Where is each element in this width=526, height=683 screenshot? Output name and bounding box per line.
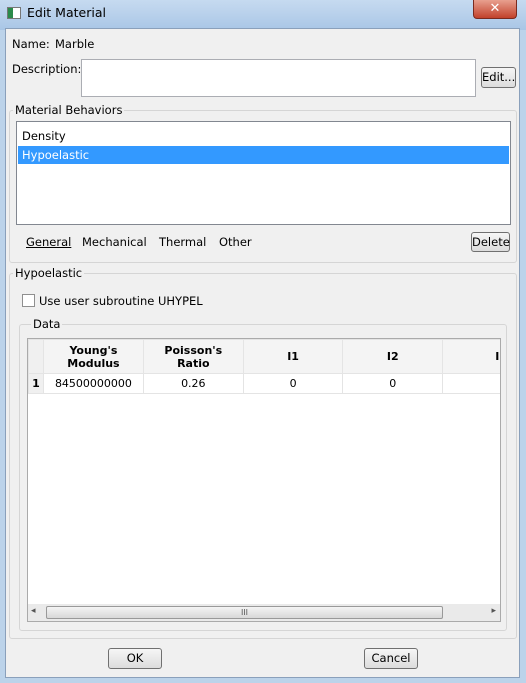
- row-number[interactable]: 1: [28, 373, 44, 394]
- data-table-container: Young's Modulus Poisson's Ratio I1 I2 I3…: [27, 338, 501, 622]
- name-label: Name:: [12, 37, 50, 51]
- description-input[interactable]: [81, 59, 476, 97]
- col-header-i1[interactable]: I1: [242, 339, 344, 374]
- col-header-poissons-ratio[interactable]: Poisson's Ratio: [142, 339, 244, 374]
- table-row: 1 84500000000 0.26 0 0 0: [28, 373, 500, 394]
- uhypel-checkbox[interactable]: [22, 294, 35, 307]
- col-header-i2[interactable]: I2: [342, 339, 444, 374]
- data-title: Data: [31, 317, 63, 331]
- cell-youngs-modulus[interactable]: 84500000000: [42, 373, 144, 394]
- close-button[interactable]: ✕: [473, 0, 517, 19]
- ok-button[interactable]: OK: [108, 648, 162, 669]
- corner-cell: [28, 339, 44, 374]
- hypoelastic-title: Hypoelastic: [13, 266, 85, 280]
- menu-other[interactable]: Other: [219, 235, 252, 249]
- list-item-hypoelastic[interactable]: Hypoelastic: [18, 146, 509, 164]
- delete-button[interactable]: Delete: [471, 232, 510, 252]
- scroll-thumb[interactable]: III: [46, 606, 443, 619]
- cell-i3[interactable]: 0: [442, 373, 500, 394]
- menu-thermal[interactable]: Thermal: [159, 235, 206, 249]
- cancel-button[interactable]: Cancel: [364, 648, 418, 669]
- material-behaviors-title: Material Behaviors: [13, 103, 125, 117]
- list-item-density[interactable]: Density: [18, 127, 509, 145]
- data-table: Young's Modulus Poisson's Ratio I1 I2 I3…: [28, 339, 500, 394]
- app-icon: [7, 7, 21, 19]
- scroll-left-arrow-icon[interactable]: ◂: [31, 606, 36, 616]
- scroll-right-arrow-icon[interactable]: ▸: [491, 606, 496, 616]
- col-header-youngs-modulus[interactable]: Young's Modulus: [42, 339, 144, 374]
- col-header-i3[interactable]: I3: [442, 339, 500, 374]
- edit-button[interactable]: Edit...: [481, 67, 516, 88]
- description-label: Description:: [12, 62, 82, 76]
- cell-i2[interactable]: 0: [342, 373, 444, 394]
- window-title: Edit Material: [27, 5, 106, 20]
- cell-poissons-ratio[interactable]: 0.26: [142, 373, 244, 394]
- cell-i1[interactable]: 0: [242, 373, 344, 394]
- menu-mechanical[interactable]: Mechanical: [82, 235, 147, 249]
- menu-general[interactable]: General: [26, 235, 71, 249]
- name-value: Marble: [55, 37, 95, 51]
- header-row: Young's Modulus Poisson's Ratio I1 I2 I3: [28, 339, 500, 374]
- horizontal-scrollbar[interactable]: ◂ III ▸: [28, 604, 500, 621]
- uhypel-checkbox-label[interactable]: Use user subroutine UHYPEL: [39, 294, 203, 308]
- behaviors-list[interactable]: Density Hypoelastic: [16, 121, 511, 225]
